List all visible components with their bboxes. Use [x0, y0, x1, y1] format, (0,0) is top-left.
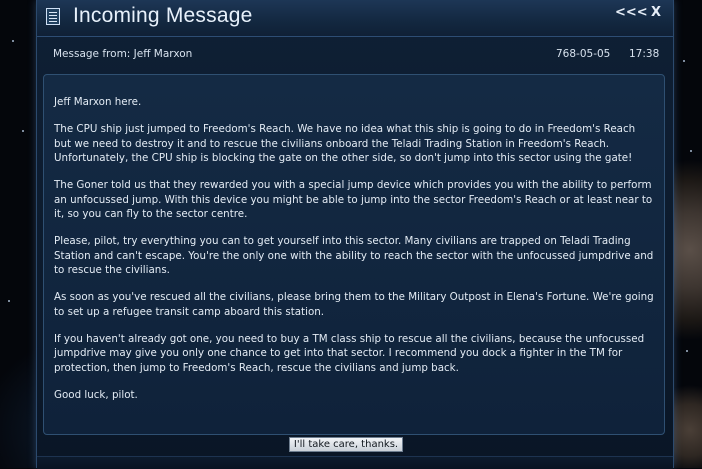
- window-title: Incoming Message: [73, 4, 253, 27]
- message-date: 768-05-05: [556, 48, 611, 60]
- star: [22, 130, 24, 132]
- window-bottom-edge: [37, 456, 673, 469]
- collapse-button[interactable]: <<<: [615, 5, 648, 21]
- star: [690, 150, 692, 152]
- star: [683, 60, 685, 62]
- message-paragraph: Please, pilot, try everything you can to…: [54, 235, 654, 276]
- star: [8, 300, 10, 302]
- message-time: 17:38: [629, 48, 660, 60]
- star: [12, 40, 14, 42]
- message-paragraph: The Goner told us that they rewarded you…: [54, 179, 653, 220]
- close-button[interactable]: X: [651, 5, 661, 21]
- title-bar[interactable]: Incoming Message <<< X: [37, 0, 673, 37]
- message-paragraph: Jeff Marxon here.: [54, 96, 142, 108]
- reply-button[interactable]: I'll take care, thanks.: [289, 437, 403, 452]
- star: [686, 350, 688, 352]
- message-body-panel: Jeff Marxon here. The CPU ship just jump…: [43, 74, 665, 435]
- message-sender: Message from: Jeff Marxon: [53, 48, 193, 60]
- message-body: Jeff Marxon here. The CPU ship just jump…: [54, 95, 654, 415]
- message-icon: [46, 8, 60, 25]
- message-paragraph: Good luck, pilot.: [54, 388, 138, 401]
- message-paragraph: As soon as you've rescued all the civili…: [54, 291, 654, 318]
- incoming-message-window: Incoming Message <<< X Message from: Jef…: [36, 0, 674, 469]
- message-paragraph: If you haven't already got one, you need…: [54, 332, 645, 374]
- message-paragraph: The CPU ship just jumped to Freedom's Re…: [54, 123, 636, 164]
